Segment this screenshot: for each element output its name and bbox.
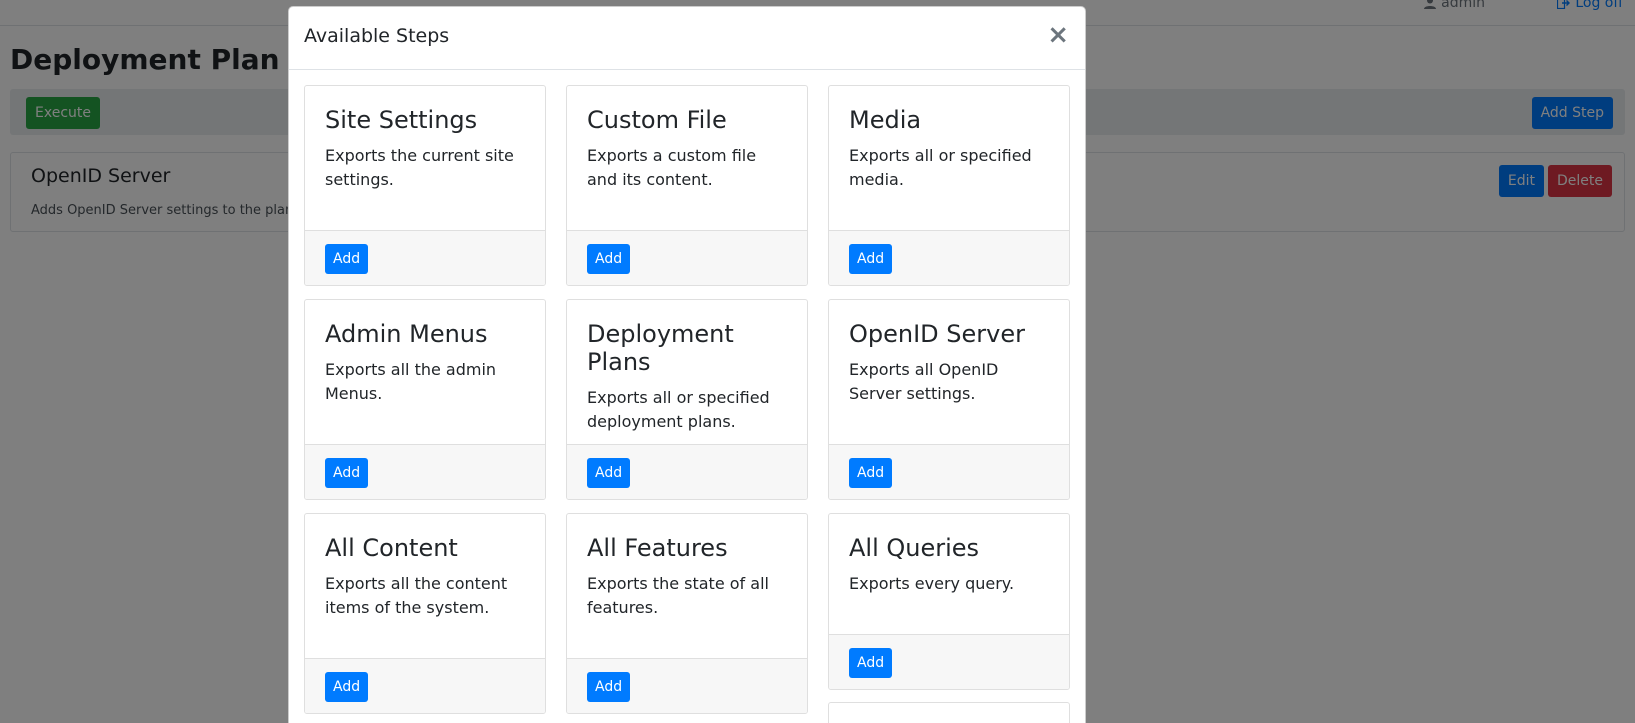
step-cards-grid: Site Settings Exports the current site s… <box>304 85 1072 723</box>
modal-header: Available Steps × <box>289 7 1085 70</box>
card-text: Exports every query. <box>849 574 1015 593</box>
step-card-all-queries: All Queries Exports every query. Add <box>828 513 1070 690</box>
close-icon[interactable]: × <box>1047 22 1069 48</box>
step-card-all-content: All Content Exports all the content item… <box>304 513 546 714</box>
add-custom-file-button[interactable]: Add <box>587 244 631 274</box>
add-admin-menus-button[interactable]: Add <box>325 458 369 488</box>
step-card-all-features: All Features Exports the state of all fe… <box>566 513 808 714</box>
step-card-partial <box>828 702 1070 723</box>
card-title: Deployment Plans <box>587 320 734 376</box>
card-title: Custom File <box>587 106 727 134</box>
card-text: Exports all or specified deployment plan… <box>587 388 770 431</box>
card-text: Exports all OpenID Server settings. <box>849 360 999 403</box>
card-text: Exports all the content items of the sys… <box>325 574 508 617</box>
available-steps-modal: Available Steps × Site Settings Exports … <box>288 6 1086 723</box>
step-card-admin-menus: Admin Menus Exports all the admin Menus.… <box>304 299 546 500</box>
card-title: All Features <box>587 534 728 562</box>
card-title: OpenID Server <box>849 320 1025 348</box>
card-title: Site Settings <box>325 106 478 134</box>
page: admin Log off Deployment Plan Execute Ad… <box>0 0 1635 723</box>
step-card-media: Media Exports all or specified media. Ad… <box>828 85 1070 286</box>
step-card-custom-file: Custom File Exports a custom file and it… <box>566 85 808 286</box>
modal-title: Available Steps <box>304 25 450 47</box>
card-text: Exports all the admin Menus. <box>325 360 497 403</box>
card-title: Admin Menus <box>325 320 488 348</box>
add-all-features-button[interactable]: Add <box>587 672 631 702</box>
card-text: Exports all or specified media. <box>849 146 1032 189</box>
add-all-queries-button[interactable]: Add <box>849 648 893 678</box>
step-card-site-settings: Site Settings Exports the current site s… <box>304 85 546 286</box>
step-card-deployment-plans: Deployment Plans Exports all or specifie… <box>566 299 808 500</box>
add-openid-server-button[interactable]: Add <box>849 458 893 488</box>
card-text: Exports a custom file and its content. <box>587 146 757 189</box>
add-all-content-button[interactable]: Add <box>325 672 369 702</box>
step-card-openid-server: OpenID Server Exports all OpenID Server … <box>828 299 1070 500</box>
card-text: Exports the state of all features. <box>587 574 769 617</box>
add-site-settings-button[interactable]: Add <box>325 244 369 274</box>
card-title: Media <box>849 106 922 134</box>
card-title: All Queries <box>849 534 980 562</box>
card-title: All Content <box>325 534 458 562</box>
add-deployment-plans-button[interactable]: Add <box>587 458 631 488</box>
add-media-button[interactable]: Add <box>849 244 893 274</box>
card-text: Exports the current site settings. <box>325 146 514 189</box>
